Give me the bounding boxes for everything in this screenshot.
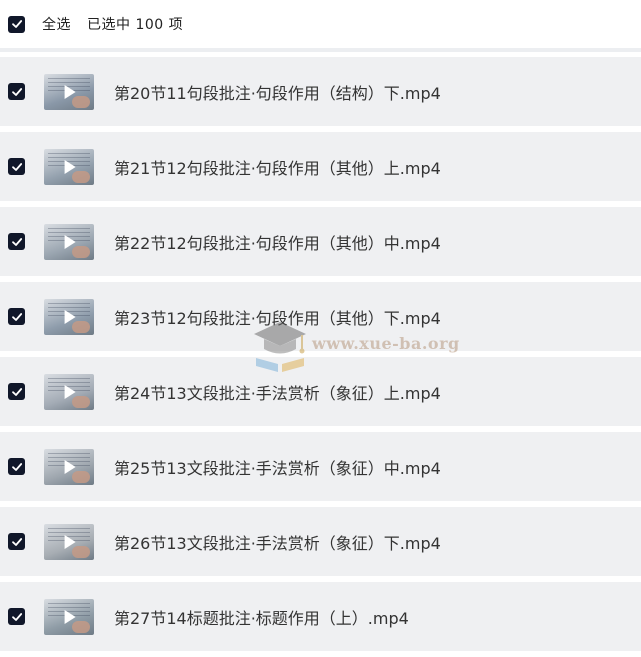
- play-icon: [64, 609, 76, 624]
- video-thumbnail[interactable]: [44, 598, 94, 635]
- checkmark-icon: [11, 237, 22, 246]
- video-thumbnail[interactable]: [44, 298, 94, 335]
- play-icon: [64, 534, 76, 549]
- checkmark-icon: [11, 312, 22, 321]
- file-name[interactable]: 第27节14标题批注·标题作用（上）.mp4: [114, 605, 409, 629]
- file-name[interactable]: 第20节11句段批注·句段作用（结构）下.mp4: [114, 80, 441, 104]
- file-checkbox[interactable]: [8, 308, 25, 325]
- play-icon: [64, 309, 76, 324]
- file-checkbox[interactable]: [8, 83, 25, 100]
- file-row[interactable]: 第24节13文段批注·手法赏析（象征）上.mp4: [0, 357, 641, 426]
- file-name[interactable]: 第23节12句段批注·句段作用（其他）下.mp4: [114, 305, 441, 329]
- video-thumbnail[interactable]: [44, 373, 94, 410]
- checkmark-icon: [11, 20, 22, 28]
- file-name[interactable]: 第24节13文段批注·手法赏析（象征）上.mp4: [114, 380, 441, 404]
- video-thumbnail[interactable]: [44, 148, 94, 185]
- file-name[interactable]: 第22节12句段批注·句段作用（其他）中.mp4: [114, 230, 441, 254]
- select-all-label[interactable]: 全选: [42, 14, 71, 34]
- file-name[interactable]: 第21节12句段批注·句段作用（其他）上.mp4: [114, 155, 441, 179]
- file-row[interactable]: 第26节13文段批注·手法赏析（象征）下.mp4: [0, 507, 641, 576]
- file-row[interactable]: 第27节14标题批注·标题作用（上）.mp4: [0, 582, 641, 651]
- file-row[interactable]: 第20节11句段批注·句段作用（结构）下.mp4: [0, 57, 641, 126]
- checkmark-icon: [11, 387, 22, 396]
- select-all-checkbox[interactable]: [8, 15, 25, 33]
- play-icon: [64, 84, 76, 99]
- file-checkbox[interactable]: [8, 608, 25, 625]
- selection-toolbar: 全选 已选中 100 项: [0, 0, 641, 52]
- file-list: 第20节11句段批注·句段作用（结构）下.mp4 第21节12句段批注·句段作用…: [0, 57, 641, 657]
- selected-count-text: 已选中 100 项: [87, 17, 184, 33]
- checkmark-icon: [11, 87, 22, 96]
- play-icon: [64, 234, 76, 249]
- file-row[interactable]: 第21节12句段批注·句段作用（其他）上.mp4: [0, 132, 641, 201]
- video-thumbnail[interactable]: [44, 73, 94, 110]
- checkmark-icon: [11, 537, 22, 546]
- play-icon: [64, 159, 76, 174]
- file-row[interactable]: 第25节13文段批注·手法赏析（象征）中.mp4: [0, 432, 641, 501]
- play-icon: [64, 384, 76, 399]
- file-name[interactable]: 第26节13文段批注·手法赏析（象征）下.mp4: [114, 530, 441, 554]
- file-name[interactable]: 第25节13文段批注·手法赏析（象征）中.mp4: [114, 455, 441, 479]
- checkmark-icon: [11, 162, 22, 171]
- file-checkbox[interactable]: [8, 383, 25, 400]
- checkmark-icon: [11, 462, 22, 471]
- file-checkbox[interactable]: [8, 458, 25, 475]
- video-thumbnail[interactable]: [44, 448, 94, 485]
- checkmark-icon: [11, 612, 22, 621]
- file-checkbox[interactable]: [8, 533, 25, 550]
- file-row[interactable]: 第23节12句段批注·句段作用（其他）下.mp4: [0, 282, 641, 351]
- file-checkbox[interactable]: [8, 233, 25, 250]
- video-thumbnail[interactable]: [44, 223, 94, 260]
- play-icon: [64, 459, 76, 474]
- video-thumbnail[interactable]: [44, 523, 94, 560]
- file-row[interactable]: 第22节12句段批注·句段作用（其他）中.mp4: [0, 207, 641, 276]
- file-checkbox[interactable]: [8, 158, 25, 175]
